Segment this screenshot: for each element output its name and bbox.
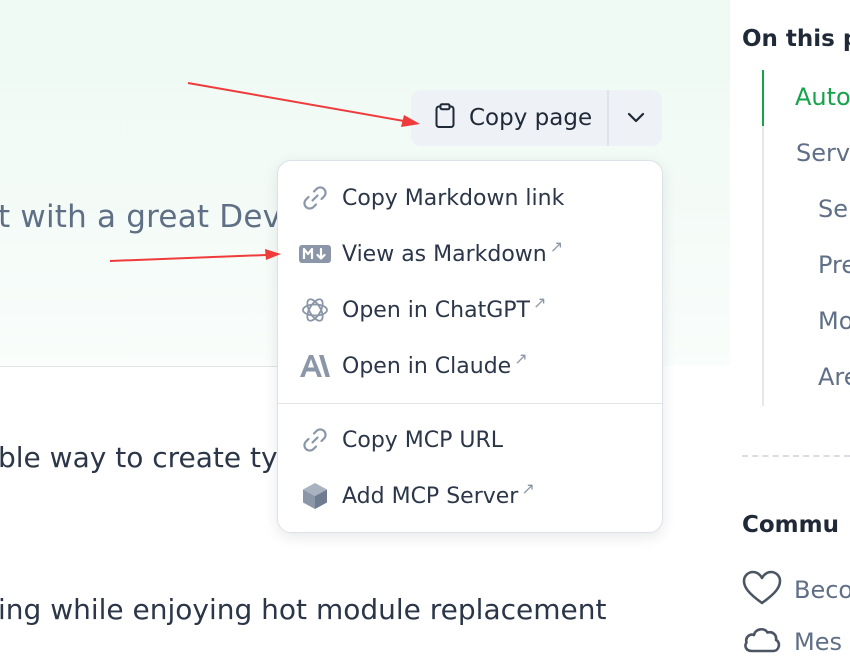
toc-item[interactable]: Auto	[795, 83, 850, 111]
claude-icon	[298, 349, 332, 383]
toc-active-indicator	[762, 70, 764, 126]
menu-item-copy-mcp-url[interactable]: Copy MCP URL	[278, 416, 662, 464]
menu-item-label: Copy Markdown link	[342, 185, 565, 211]
body-text-line: ble way to create ty	[0, 441, 278, 474]
menu-item-label: Add MCP Server	[342, 483, 519, 509]
menu-item-label: Copy MCP URL	[342, 427, 504, 453]
copy-options-menu: Copy Markdown link View as Markdown ↗ Op…	[277, 160, 663, 533]
menu-item-label: Open in Claude	[342, 353, 512, 379]
menu-item-view-as-markdown[interactable]: View as Markdown ↗	[278, 230, 662, 278]
hero-subtitle: t with a great Dev	[0, 199, 282, 235]
community-link-label: Beco	[794, 576, 850, 604]
hero-divider	[0, 366, 280, 367]
external-link-icon: ↗	[532, 292, 547, 312]
copy-page-button[interactable]: Copy page	[411, 90, 609, 146]
menu-item-add-mcp-server[interactable]: Add MCP Server ↗	[278, 472, 662, 520]
toc-item[interactable]: Serv	[796, 139, 850, 167]
menu-item-copy-markdown-link[interactable]: Copy Markdown link	[278, 174, 662, 222]
chatgpt-icon	[298, 293, 332, 327]
copy-page-label: Copy page	[469, 105, 593, 131]
community-link-become[interactable]: Beco	[742, 570, 850, 610]
toc-item[interactable]: Pre	[818, 251, 850, 279]
toc-item[interactable]: Se	[818, 195, 848, 223]
menu-item-open-in-chatgpt[interactable]: Open in ChatGPT ↗	[278, 286, 662, 334]
clipboard-icon	[433, 103, 457, 133]
copy-options-dropdown-button[interactable]	[609, 90, 662, 146]
toc-item[interactable]: Are	[818, 363, 850, 391]
external-link-icon: ↗	[549, 236, 564, 256]
menu-item-open-in-claude[interactable]: Open in Claude ↗	[278, 342, 662, 390]
cube-icon	[298, 479, 332, 513]
copy-page-split-button: Copy page	[411, 90, 662, 146]
community-title: Commu	[742, 512, 839, 538]
sidebar-divider	[742, 455, 850, 457]
link-icon	[298, 181, 332, 215]
link-icon	[298, 423, 332, 457]
menu-item-label: View as Markdown	[342, 241, 547, 267]
toc-item[interactable]: Mo	[818, 307, 850, 335]
menu-item-label: Open in ChatGPT	[342, 297, 530, 323]
body-text-line: ing while enjoying hot module replacemen…	[0, 593, 607, 626]
menu-divider	[278, 403, 662, 404]
toc-title: On this p	[742, 26, 850, 52]
external-link-icon: ↗	[521, 478, 535, 498]
community-link-label: Mes	[794, 628, 842, 656]
cloud-icon	[742, 625, 782, 659]
community-link-messages[interactable]: Mes	[742, 625, 842, 659]
external-link-icon: ↗	[514, 348, 528, 368]
heart-icon	[742, 570, 782, 610]
chevron-down-icon	[627, 109, 645, 128]
markdown-icon	[298, 237, 332, 271]
